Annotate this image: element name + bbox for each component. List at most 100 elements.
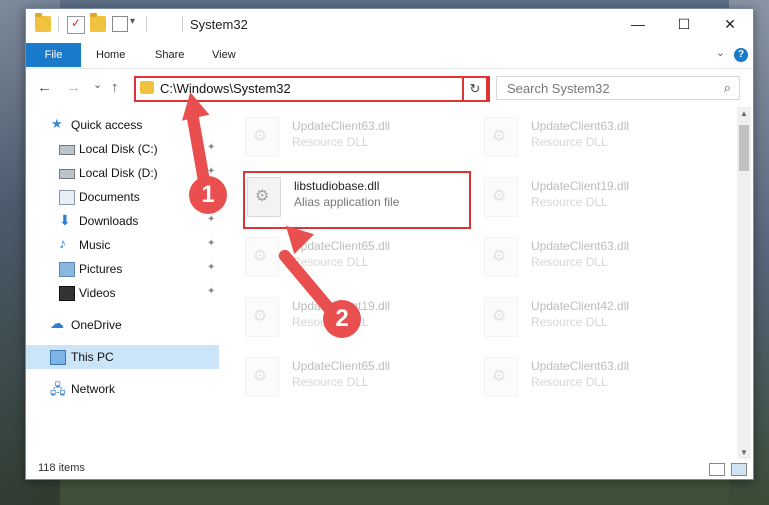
tab-view[interactable]: View xyxy=(212,43,236,67)
sidebar-item-videos[interactable]: Videos ✦ xyxy=(26,281,219,305)
file-type: Resource DLL xyxy=(531,195,608,209)
sidebar-item-label: This PC xyxy=(71,350,114,364)
file-type: Resource DLL xyxy=(531,315,608,329)
separator xyxy=(146,16,147,32)
pin-icon: ✦ xyxy=(207,214,216,225)
search-placeholder: Search System32 xyxy=(507,81,610,96)
file-item[interactable]: UpdateClient19.dll Resource DLL xyxy=(482,173,712,223)
item-count: 118 items xyxy=(38,462,85,474)
sidebar-item-label: Videos xyxy=(79,286,116,300)
cloud-icon: ☁ xyxy=(50,315,64,331)
download-icon: ⬇ xyxy=(59,212,71,228)
scrollbar-thumb[interactable] xyxy=(739,125,749,171)
network-icon: 🖧 xyxy=(50,381,66,397)
step-1-badge: 1 xyxy=(189,176,227,214)
file-name: UpdateClient65.dll xyxy=(292,359,391,373)
music-icon: ♪ xyxy=(59,235,66,251)
sidebar-item-label: Local Disk (D:) xyxy=(79,166,158,180)
pictures-icon xyxy=(59,262,75,277)
close-button[interactable]: ✕ xyxy=(707,9,753,40)
pc-icon xyxy=(50,350,66,365)
file-item[interactable]: UpdateClient63.dll Resource DLL xyxy=(482,113,712,163)
chevron-down-icon[interactable]: ⌄ xyxy=(716,46,725,59)
file-name: libstudiobase.dll xyxy=(294,179,380,193)
dll-file-icon xyxy=(245,297,279,337)
customize-icon[interactable] xyxy=(112,16,128,32)
sidebar-item-label: Quick access xyxy=(71,118,143,132)
file-type: Resource DLL xyxy=(292,375,369,389)
quick-access-dropdown-icon[interactable]: ▾ xyxy=(130,16,135,27)
dll-file-icon xyxy=(484,357,518,397)
dll-file-icon xyxy=(245,357,279,397)
pin-icon: ✦ xyxy=(207,262,216,273)
properties-icon[interactable] xyxy=(67,16,85,34)
ribbon-tabs: File Home Share View ⌄ ? xyxy=(26,40,753,69)
new-folder-icon[interactable] xyxy=(90,13,106,32)
back-button[interactable]: ← xyxy=(37,79,52,96)
sidebar-item-network[interactable]: 🖧 Network xyxy=(26,377,219,401)
dll-file-icon xyxy=(484,177,518,217)
details-view-icon[interactable] xyxy=(709,463,725,476)
navigation-pane: ★ Quick access Local Disk (C:) ✦ Local D… xyxy=(26,107,219,459)
tab-home[interactable]: Home xyxy=(96,43,125,67)
sidebar-item-downloads[interactable]: ⬇ Downloads ✦ xyxy=(26,209,219,233)
documents-icon xyxy=(59,190,75,205)
sidebar-item-pictures[interactable]: Pictures ✦ xyxy=(26,257,219,281)
refresh-button[interactable]: ↻ xyxy=(462,76,488,102)
step-2-badge: 2 xyxy=(323,300,361,338)
separator xyxy=(182,16,183,32)
file-item-highlighted[interactable]: libstudiobase.dll Alias application file xyxy=(243,171,471,229)
sidebar-item-onedrive[interactable]: ☁ OneDrive xyxy=(26,313,219,337)
file-item[interactable]: UpdateClient65.dll Resource DLL xyxy=(243,353,473,403)
pin-icon: ✦ xyxy=(207,238,216,249)
drive-icon xyxy=(59,145,75,155)
file-name: UpdateClient42.dll xyxy=(531,299,630,313)
forward-button[interactable]: → xyxy=(66,79,81,96)
sidebar-item-label: Pictures xyxy=(79,262,123,276)
navigation-bar: ← → ⌄ ↑ C:\Windows\System32 ⌄ ↻ Search S… xyxy=(26,69,753,106)
file-name: UpdateClient63.dll xyxy=(292,119,391,133)
minimize-button[interactable]: — xyxy=(615,9,661,40)
tab-file[interactable]: File xyxy=(26,43,81,67)
file-type: Resource DLL xyxy=(292,135,369,149)
tab-share[interactable]: Share xyxy=(155,43,184,67)
maximize-button[interactable]: ☐ xyxy=(661,9,707,40)
file-name: UpdateClient63.dll xyxy=(531,119,630,133)
file-item[interactable]: UpdateClient42.dll Resource DLL xyxy=(482,293,712,343)
title-bar: ▾ System32 — ☐ ✕ xyxy=(26,9,753,40)
sidebar-item-local-disk-d[interactable]: Local Disk (D:) ✦ xyxy=(26,161,219,185)
sidebar-item-this-pc[interactable]: This PC xyxy=(26,345,219,369)
scroll-up-icon[interactable]: ▲ xyxy=(740,109,748,118)
help-icon[interactable]: ? xyxy=(734,48,748,62)
file-item[interactable]: UpdateClient63.dll Resource DLL xyxy=(482,353,712,403)
file-type: Resource DLL xyxy=(531,375,608,389)
file-type: Resource DLL xyxy=(531,255,608,269)
large-icons-view-icon[interactable] xyxy=(731,463,747,476)
dll-file-icon xyxy=(484,297,518,337)
vertical-scrollbar[interactable]: ▲ ▼ xyxy=(737,107,751,459)
file-item[interactable]: UpdateClient65.dll Resource DLL xyxy=(243,233,473,283)
recent-locations-button[interactable]: ⌄ xyxy=(93,78,102,91)
sidebar-item-label: Downloads xyxy=(79,214,139,228)
star-icon: ★ xyxy=(51,116,63,131)
sidebar-item-music[interactable]: ♪ Music ✦ xyxy=(26,233,219,257)
sidebar-item-label: OneDrive xyxy=(71,318,122,332)
folder-icon xyxy=(140,81,154,94)
search-icon[interactable]: ⌕ xyxy=(724,80,731,96)
search-input[interactable]: Search System32 ⌕ xyxy=(496,76,740,100)
file-explorer-window: ▾ System32 — ☐ ✕ File Home Share View ⌄ … xyxy=(25,8,754,480)
separator xyxy=(58,16,59,32)
file-item[interactable]: UpdateClient63.dll Resource DLL xyxy=(243,113,473,163)
videos-icon xyxy=(59,286,75,301)
up-button[interactable]: ↑ xyxy=(111,79,119,96)
scroll-down-icon[interactable]: ▼ xyxy=(740,448,748,457)
dll-file-icon xyxy=(247,177,281,217)
file-item[interactable]: UpdateClient63.dll Resource DLL xyxy=(482,233,712,283)
drive-icon xyxy=(59,169,75,179)
status-bar: 118 items xyxy=(26,459,753,479)
sidebar-item-label: Documents xyxy=(79,190,140,204)
window-title: System32 xyxy=(190,17,248,32)
sidebar-item-label: Local Disk (C:) xyxy=(79,142,158,156)
file-name: UpdateClient63.dll xyxy=(531,239,630,253)
pin-icon: ✦ xyxy=(207,286,216,297)
